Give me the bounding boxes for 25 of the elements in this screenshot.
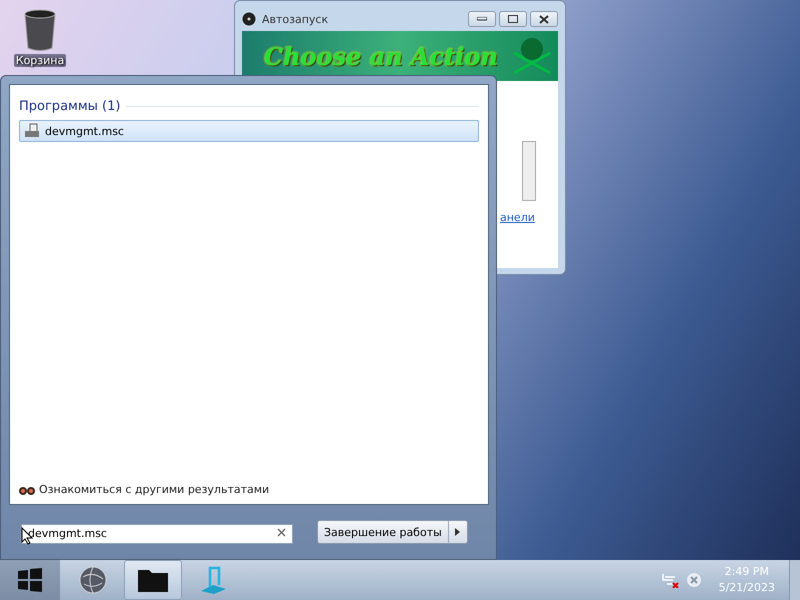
trash-bin-icon[interactable]	[22, 8, 58, 52]
close-icon	[539, 14, 549, 24]
minimize-button[interactable]	[468, 11, 496, 27]
minimize-icon	[477, 17, 487, 21]
clear-icon[interactable]	[277, 528, 286, 537]
search-field[interactable]: devmgmt.msc	[21, 524, 293, 544]
window-title: Автозапуск	[262, 12, 330, 26]
taskbar-button[interactable]	[124, 560, 182, 600]
globe-icon	[78, 565, 108, 595]
section-header: Программы (1)	[19, 99, 120, 114]
scrollbar[interactable]	[522, 141, 536, 201]
maximize-button[interactable]	[499, 11, 527, 27]
network-disconnected-icon[interactable]	[660, 572, 679, 588]
start-button[interactable]	[0, 560, 60, 600]
triangle-right-icon	[455, 528, 460, 536]
more-results-link[interactable]: Ознакомиться с другими результатами	[39, 482, 270, 496]
search-result[interactable]: devmgmt.msc	[19, 120, 479, 142]
computer-device-icon	[24, 123, 40, 139]
windows-logo-icon	[17, 567, 43, 593]
disc-icon	[242, 12, 256, 26]
control-panel-link[interactable]: анели	[500, 211, 535, 224]
folder-icon	[137, 567, 169, 593]
banner-title: Choose an Action	[264, 42, 498, 70]
close-button[interactable]	[530, 11, 558, 27]
maximize-icon	[508, 15, 518, 23]
